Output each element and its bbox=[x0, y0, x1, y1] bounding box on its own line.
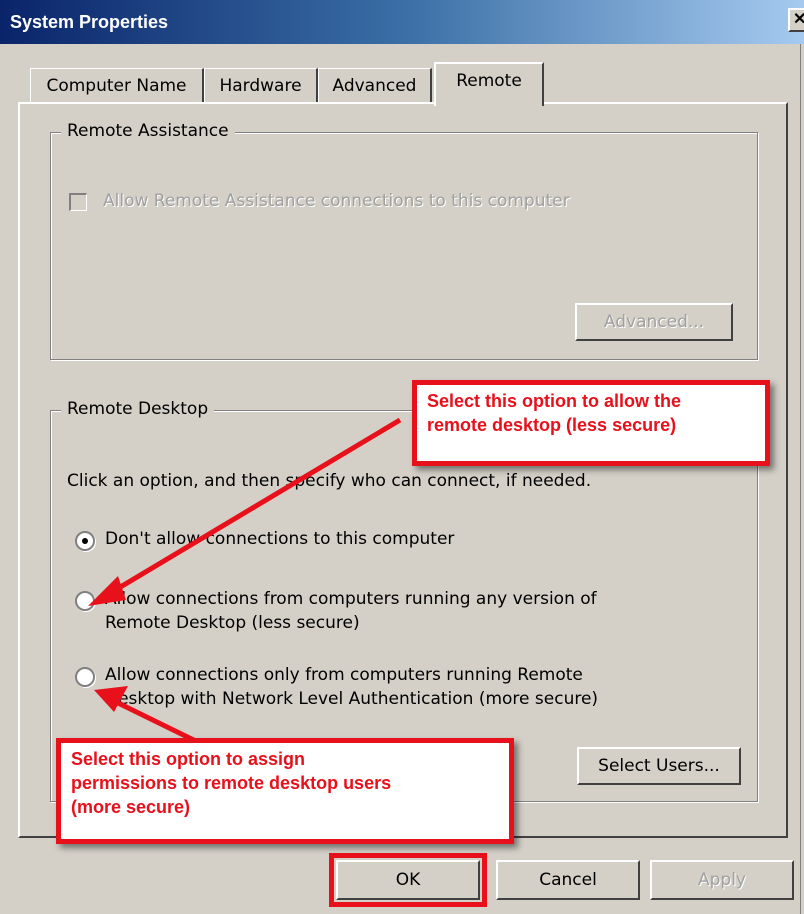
select-users-button-label: Select Users... bbox=[598, 756, 720, 776]
option-dont-allow-label: Don't allow connections to this computer bbox=[105, 529, 455, 549]
option-nla-label-line1: Allow connections only from computers ru… bbox=[105, 665, 583, 685]
close-button[interactable]: ✕ bbox=[788, 8, 804, 32]
callout-bottom-line2: permissions to remote desktop users bbox=[71, 773, 392, 793]
remote-assistance-group: Remote Assistance Allow Remote Assistanc… bbox=[50, 121, 758, 360]
title-bar: System Properties ✕ bbox=[0, 0, 804, 44]
apply-button-label: Apply bbox=[698, 870, 746, 890]
option-any-version-label-line2: Remote Desktop (less secure) bbox=[105, 613, 360, 633]
apply-button[interactable]: Apply bbox=[650, 860, 794, 900]
tab-label: Hardware bbox=[219, 76, 302, 96]
callout-top-line1: Select this option to allow the bbox=[427, 391, 682, 411]
cancel-button[interactable]: Cancel bbox=[496, 860, 640, 900]
callout-allow-remote-desktop: Select this option to allow the remote d… bbox=[412, 380, 770, 466]
cancel-button-label: Cancel bbox=[539, 870, 597, 890]
radio-allow-nla[interactable] bbox=[75, 667, 95, 687]
callout-assign-permissions: Select this option to assign permissions… bbox=[56, 738, 514, 844]
tab-label: Advanced bbox=[332, 76, 417, 96]
callout-bottom-line3: (more secure) bbox=[71, 797, 191, 817]
window-frame-right bbox=[800, 44, 804, 914]
tab-remote[interactable]: Remote bbox=[434, 62, 544, 106]
tab-hardware[interactable]: Hardware bbox=[204, 68, 318, 104]
tab-panel-remote: Remote Assistance Allow Remote Assistanc… bbox=[18, 102, 788, 838]
close-icon: ✕ bbox=[793, 11, 804, 28]
tab-advanced[interactable]: Advanced bbox=[318, 68, 432, 104]
tab-label: Computer Name bbox=[46, 76, 187, 96]
remote-assistance-checkbox-label: Allow Remote Assistance connections to t… bbox=[103, 191, 570, 211]
tab-computer-name[interactable]: Computer Name bbox=[30, 68, 204, 104]
remote-assistance-legend: Remote Assistance bbox=[61, 121, 235, 141]
remote-desktop-legend: Remote Desktop bbox=[61, 399, 215, 419]
select-users-button[interactable]: Select Users... bbox=[577, 747, 741, 785]
remote-assistance-checkbox[interactable] bbox=[69, 193, 87, 211]
callout-top-line2: remote desktop (less secure) bbox=[427, 415, 677, 435]
radio-dont-allow[interactable] bbox=[75, 531, 95, 551]
remote-desktop-instruction: Click an option, and then specify who ca… bbox=[67, 471, 592, 491]
option-nla-label-line2: Desktop with Network Level Authenticatio… bbox=[105, 689, 599, 709]
advanced-button-label: Advanced... bbox=[603, 312, 705, 332]
radio-selected-dot bbox=[82, 538, 88, 544]
tab-label: Remote bbox=[456, 71, 522, 91]
window-title: System Properties bbox=[10, 12, 169, 32]
ok-button-highlight bbox=[329, 853, 487, 907]
advanced-button[interactable]: Advanced... bbox=[575, 303, 733, 341]
callout-bottom-line1: Select this option to assign bbox=[71, 749, 306, 769]
option-any-version-label-line1: Allow connections from computers running… bbox=[105, 589, 597, 609]
radio-allow-any-version[interactable] bbox=[75, 591, 95, 611]
